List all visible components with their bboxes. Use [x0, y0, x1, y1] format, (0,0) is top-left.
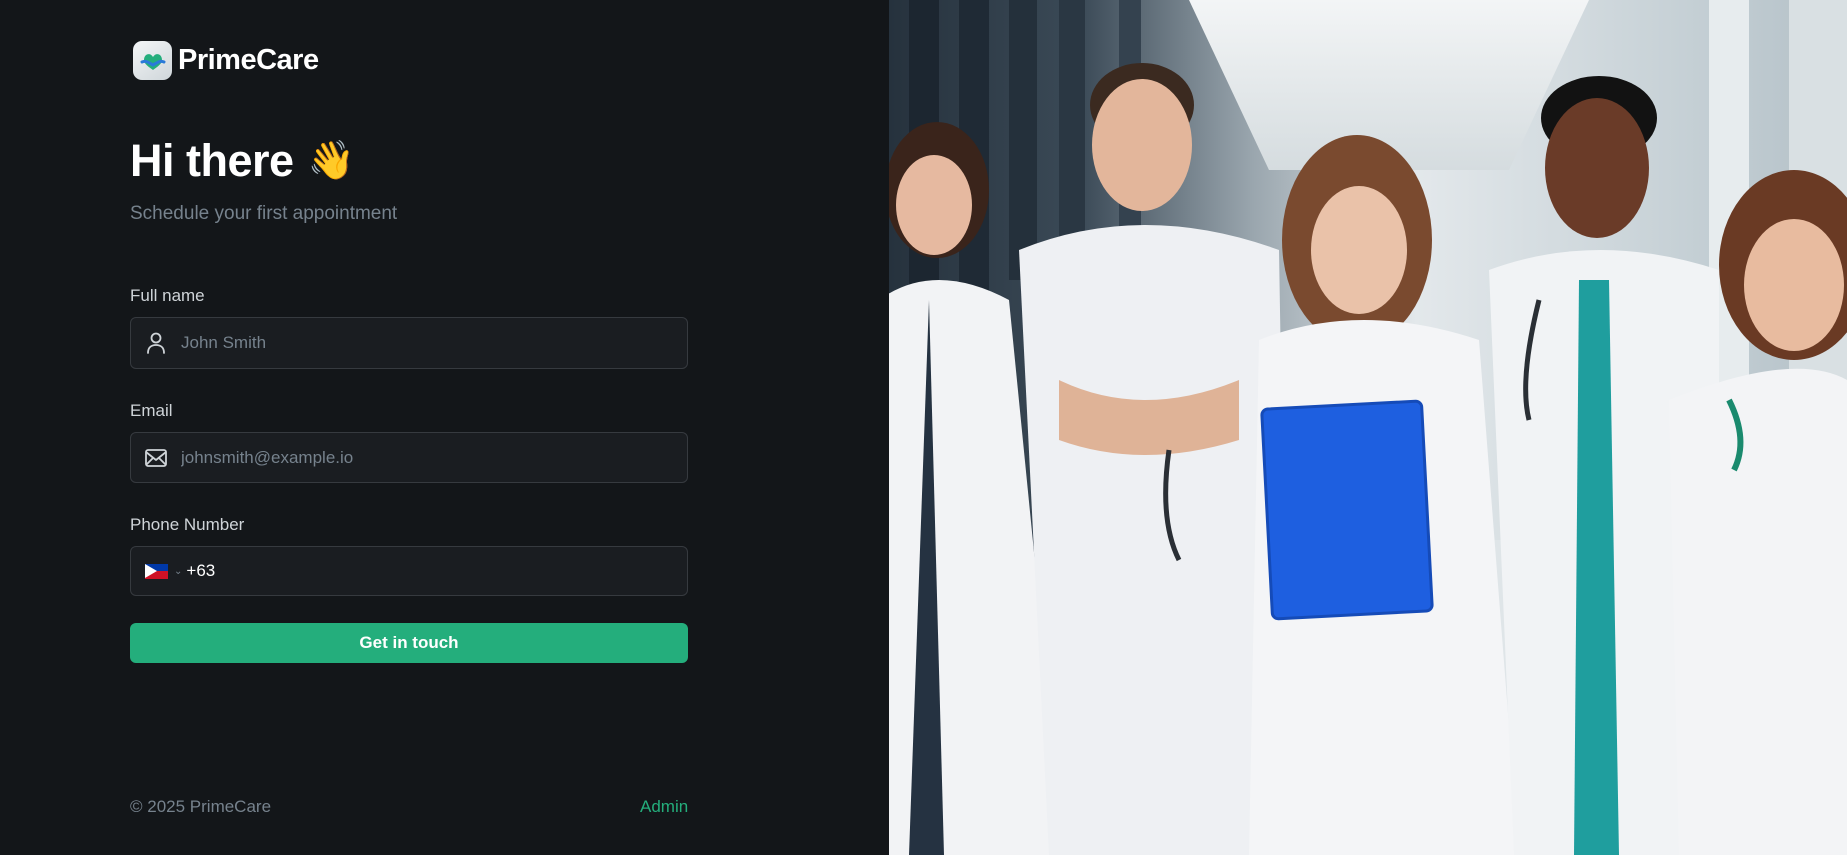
page-subtitle: Schedule your first appointment: [130, 203, 398, 224]
greeting-text: Hi there: [130, 135, 294, 186]
full-name-label: Full name: [130, 286, 205, 305]
page-title: Hi there 👋: [130, 135, 355, 187]
philippines-flag-icon: [145, 563, 168, 579]
phone-label: Phone Number: [130, 515, 245, 534]
email-input[interactable]: [181, 433, 687, 482]
full-name-input[interactable]: [181, 318, 687, 368]
chevron-down-icon: ⌄: [174, 565, 183, 577]
doctors-photo: [889, 0, 1847, 855]
country-selector[interactable]: ⌄: [131, 563, 183, 579]
email-field[interactable]: [130, 432, 688, 483]
brand-logo[interactable]: PrimeCare: [133, 41, 319, 80]
waving-hand-icon: 👋: [307, 140, 355, 182]
mail-icon: [131, 433, 181, 482]
phone-country-code: +63: [186, 561, 216, 580]
admin-link[interactable]: Admin: [640, 797, 688, 817]
email-label: Email: [130, 401, 173, 420]
form-panel: PrimeCare Hi there 👋 Schedule your first…: [0, 0, 889, 855]
phone-input[interactable]: [215, 547, 687, 595]
full-name-field[interactable]: [130, 317, 688, 369]
copyright-text: © 2025 PrimeCare: [130, 797, 272, 816]
heart-hands-icon: [133, 41, 172, 80]
get-in-touch-button[interactable]: Get in touch: [130, 623, 688, 663]
hero-image: [889, 0, 1847, 855]
phone-field[interactable]: ⌄ +63: [130, 546, 688, 596]
brand-name: PrimeCare: [178, 44, 319, 76]
user-icon: [131, 318, 181, 368]
